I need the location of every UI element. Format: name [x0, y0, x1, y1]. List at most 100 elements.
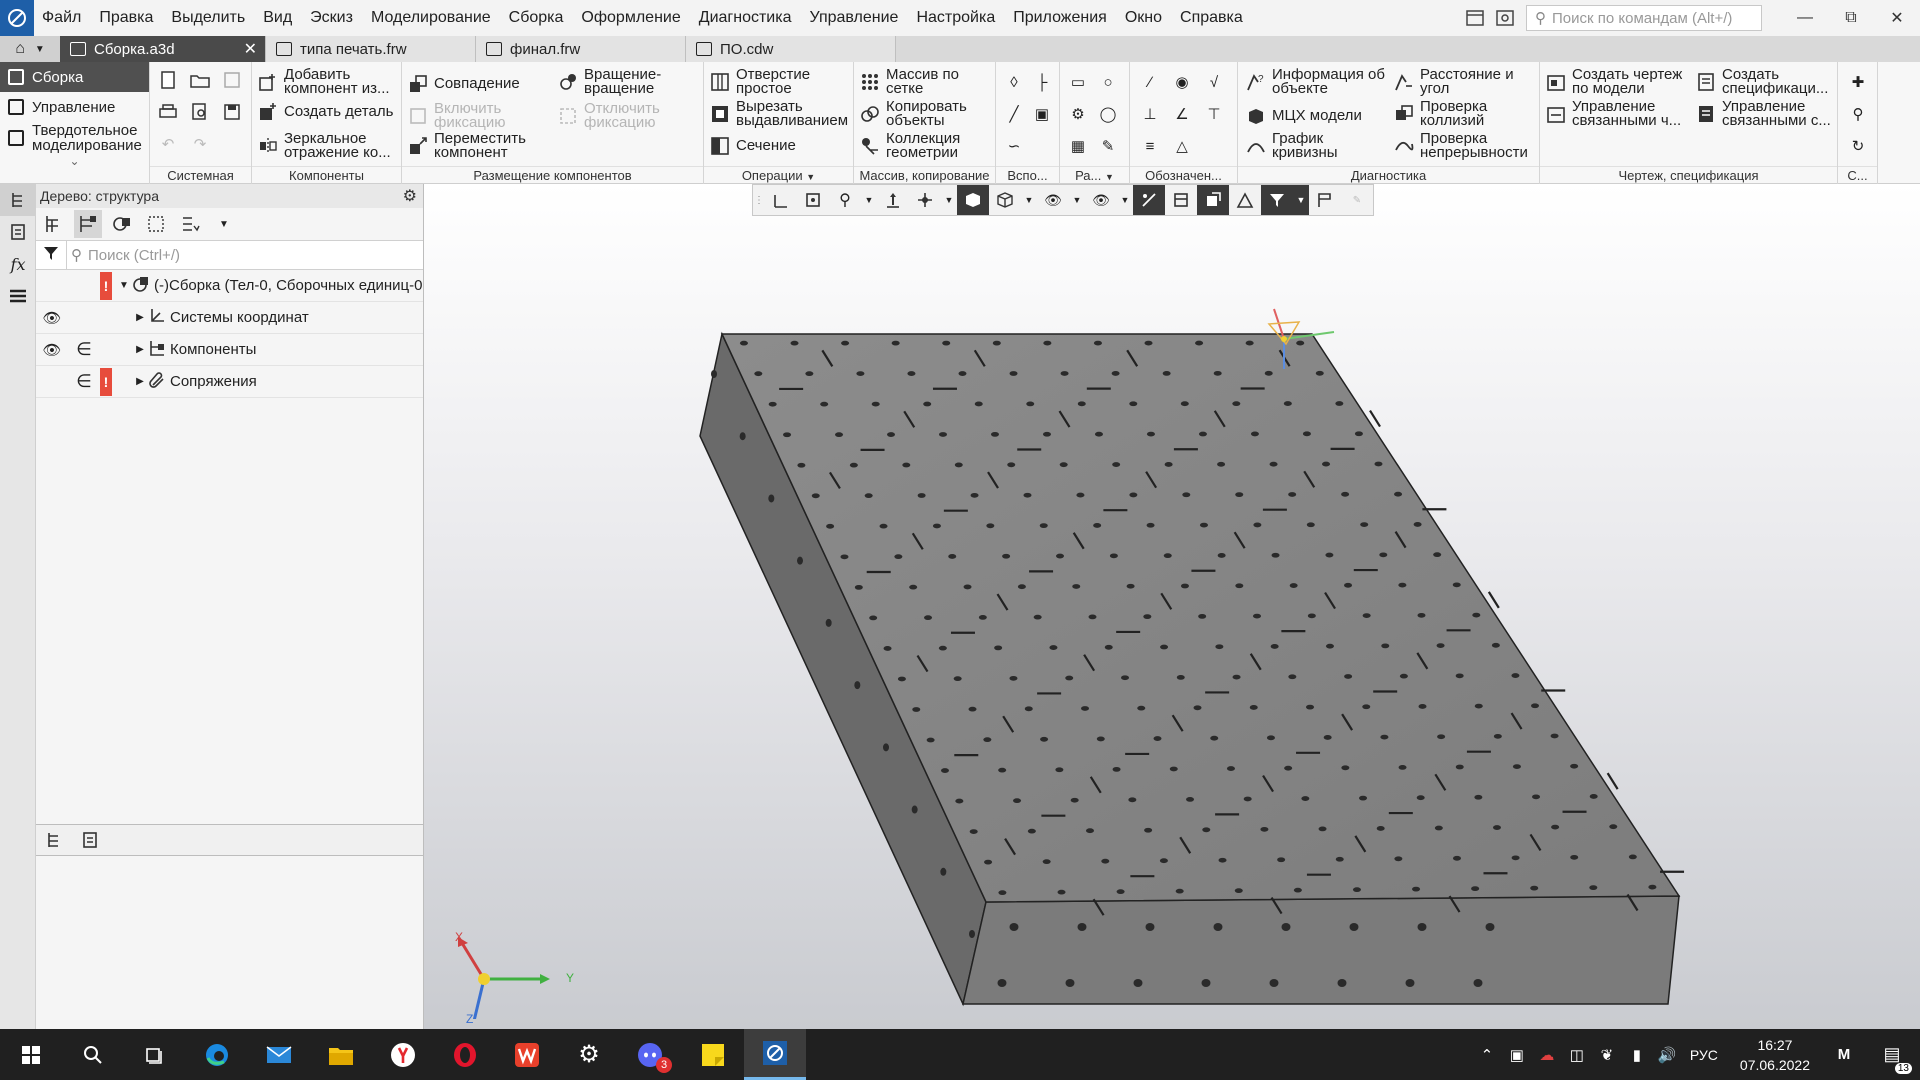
mirror-button[interactable]: Зеркальное отражение ко...: [258, 131, 400, 160]
tree-selection-icon[interactable]: [142, 210, 170, 238]
base-icon[interactable]: ⊤: [1202, 102, 1226, 126]
search-icon[interactable]: [62, 1029, 124, 1080]
tree-filter-list-icon[interactable]: [176, 210, 204, 238]
meet-camera-icon[interactable]: ▣: [1502, 1046, 1532, 1064]
gear-icon[interactable]: ⚙: [403, 186, 417, 206]
opera-icon[interactable]: [434, 1029, 496, 1080]
filter-icon[interactable]: [36, 245, 66, 265]
add-component-button[interactable]: Добавить компонент из...: [258, 67, 400, 96]
tree-components-icon[interactable]: [108, 210, 136, 238]
object-search-icon[interactable]: ⚲: [1846, 102, 1870, 126]
wps-office-icon[interactable]: [496, 1029, 558, 1080]
file-explorer-icon[interactable]: [310, 1029, 372, 1080]
windows-start-icon[interactable]: [0, 1029, 62, 1080]
marking-icon[interactable]: △: [1170, 134, 1194, 158]
kompas-3d-taskbar-icon[interactable]: [744, 1029, 806, 1080]
ra-tool-icon[interactable]: ▦: [1066, 134, 1090, 158]
minimize-button[interactable]: —: [1782, 0, 1828, 36]
menu-view[interactable]: Вид: [254, 0, 301, 36]
preview-icon[interactable]: [188, 100, 212, 124]
menu-file[interactable]: Файл: [34, 0, 90, 36]
3d-viewport[interactable]: ⋮ ⚲ ▼ ▼ ▼ 👁 ▼ 👁 ▼ ▼ ✎ X Y Z: [424, 184, 1920, 1029]
dimension-icon[interactable]: ⊥: [1138, 102, 1162, 126]
geometry-collection-button[interactable]: Коллекция геометрии: [860, 131, 994, 160]
ribbon-nav-management[interactable]: Управление: [0, 92, 149, 122]
open-folder-icon[interactable]: [188, 68, 212, 92]
expand-arrow-icon[interactable]: ▶: [132, 312, 148, 323]
menu-window[interactable]: Окно: [1116, 0, 1171, 36]
add-object-icon[interactable]: ✚: [1846, 70, 1870, 94]
manage-linked-drawings-button[interactable]: Управление связанными ч...: [1546, 99, 1688, 128]
include-icon[interactable]: ∈: [68, 339, 100, 360]
position-icon[interactable]: ◉: [1170, 70, 1194, 94]
kompas-logo-icon[interactable]: [0, 0, 34, 36]
manage-linked-spec-button[interactable]: Управление связанными с...: [1696, 99, 1836, 128]
ribbon-nav-solid-modeling[interactable]: Твердотельное моделирование: [0, 122, 149, 154]
settings-window-icon[interactable]: [1490, 3, 1520, 33]
volume-icon[interactable]: 🔊: [1652, 1046, 1682, 1064]
edge-browser-icon[interactable]: [186, 1029, 248, 1080]
yandex-browser-icon[interactable]: [372, 1029, 434, 1080]
save-icon[interactable]: [220, 68, 244, 92]
eye-icon[interactable]: 👁: [36, 309, 68, 327]
assembly-model[interactable]: [424, 184, 1920, 1029]
tree-build-order-icon[interactable]: [74, 210, 102, 238]
collision-check-button[interactable]: Проверка коллизий: [1394, 99, 1536, 128]
rotation-rotation-button[interactable]: Вращение-вращение: [558, 67, 698, 96]
menu-lines-icon[interactable]: [0, 280, 36, 312]
menu-formatting[interactable]: Оформление: [572, 0, 689, 36]
aux-line-icon[interactable]: ╱: [1002, 102, 1026, 126]
sticky-notes-icon[interactable]: [682, 1029, 744, 1080]
simple-hole-button[interactable]: Отверстие простое: [710, 67, 852, 96]
object-info-button[interactable]: ? Информация об объекте: [1246, 67, 1386, 96]
roughness-icon[interactable]: √: [1202, 70, 1226, 94]
grid-array-button[interactable]: Массив по сетке: [860, 67, 994, 96]
settings-gear-icon[interactable]: ⚙: [558, 1029, 620, 1080]
close-tab-icon[interactable]: ✕: [244, 39, 257, 59]
tab-final-frw[interactable]: финал.frw: [476, 36, 686, 62]
ra-edit-icon[interactable]: ✎: [1096, 134, 1120, 158]
aux-plane-icon[interactable]: ◊: [1002, 70, 1026, 94]
print-icon[interactable]: [156, 100, 180, 124]
include-icon[interactable]: ∈: [68, 371, 100, 392]
close-window-button[interactable]: ✕: [1874, 0, 1920, 36]
move-component-button[interactable]: Переместить компонент: [408, 131, 548, 160]
battery-icon[interactable]: ▮: [1622, 1046, 1652, 1064]
menu-settings[interactable]: Настройка: [907, 0, 1004, 36]
copy-objects-button[interactable]: Копировать объекты: [860, 99, 994, 128]
properties-panel-icon[interactable]: [0, 216, 36, 248]
expand-arrow-icon[interactable]: ▼: [116, 280, 132, 291]
chevron-up-icon[interactable]: ⌃: [1472, 1046, 1502, 1064]
language-indicator[interactable]: РУС: [1682, 1047, 1726, 1063]
create-spec-button[interactable]: Создать спецификаци...: [1696, 67, 1836, 96]
distance-angle-button[interactable]: Расстояние и угол: [1394, 67, 1536, 96]
section-button[interactable]: Сечение: [710, 136, 796, 156]
gear-part-icon[interactable]: ⚙: [1066, 102, 1090, 126]
mail-icon[interactable]: [248, 1029, 310, 1080]
create-drawing-button[interactable]: Создать чертеж по модели: [1546, 67, 1688, 96]
aux-curve-icon[interactable]: ∽: [1002, 134, 1026, 158]
tree-node-mates[interactable]: ∈ ! ▶ Сопряжения: [36, 366, 423, 398]
restore-button[interactable]: ⧉: [1828, 0, 1874, 36]
tab-po-cdw[interactable]: ПО.cdw: [686, 36, 896, 62]
weld-icon[interactable]: ≡: [1138, 134, 1162, 158]
tree-search-input[interactable]: ⚲ Поиск (Ctrl+/): [66, 240, 423, 270]
chevron-down-icon[interactable]: ▼: [806, 172, 815, 182]
tab-assembly-a3d[interactable]: Сборка.a3d ✕: [60, 36, 266, 62]
save-all-icon[interactable]: [220, 100, 244, 124]
sketch-icon[interactable]: ▭: [1066, 70, 1090, 94]
ribbon-nav-assembly[interactable]: Сборка: [0, 62, 149, 92]
surface-icon[interactable]: ○: [1096, 70, 1120, 94]
eye-icon[interactable]: 👁: [36, 341, 68, 359]
chevron-down-icon[interactable]: ▼: [1105, 172, 1114, 182]
cloud-sync-icon[interactable]: ☁: [1532, 1046, 1562, 1064]
enable-fix-button[interactable]: Включить фиксацию: [408, 101, 548, 130]
notifications-button[interactable]: ▤ 13: [1864, 1029, 1920, 1080]
mass-properties-button[interactable]: МЦХ модели: [1246, 106, 1362, 126]
tree-view-icon[interactable]: [40, 826, 68, 854]
leader-icon[interactable]: ∕: [1138, 70, 1162, 94]
command-search-input[interactable]: ⚲ Поиск по командам (Alt+/): [1526, 5, 1762, 31]
coincidence-button[interactable]: Совпадение: [408, 74, 520, 94]
expand-arrow-icon[interactable]: ▶: [132, 376, 148, 387]
curvature-graph-button[interactable]: График кривизны: [1246, 131, 1386, 160]
